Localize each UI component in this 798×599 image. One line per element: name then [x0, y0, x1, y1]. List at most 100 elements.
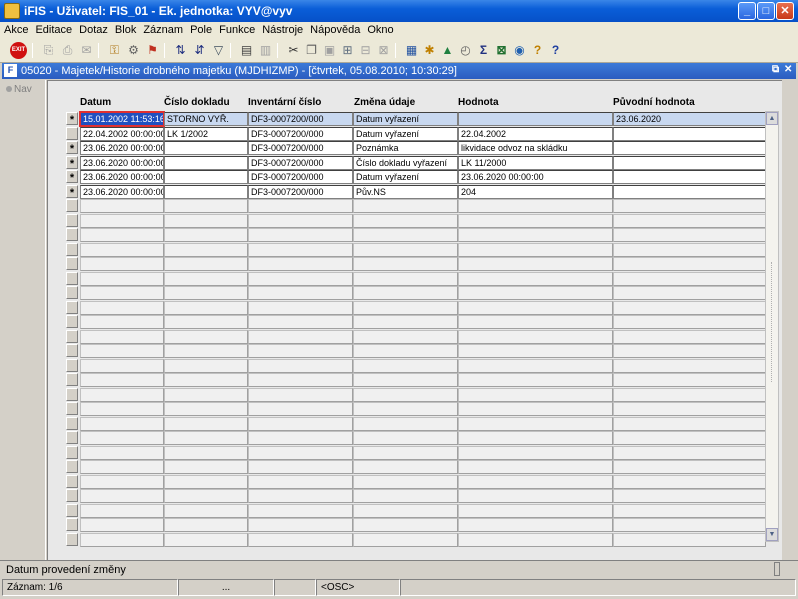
cell-hodnota[interactable] — [458, 344, 613, 358]
menu-dotaz[interactable]: Dotaz — [75, 22, 111, 36]
cell-zmena-udaje[interactable] — [353, 330, 458, 344]
cell-puvodni-hodnota[interactable] — [613, 156, 766, 170]
cell-zmena-udaje[interactable]: Datum vyřazení — [353, 112, 458, 126]
record-indicator[interactable] — [66, 431, 78, 444]
cell-zmena-udaje[interactable] — [353, 344, 458, 358]
cell-datum[interactable] — [80, 243, 164, 257]
cell-cislo-dokladu[interactable] — [164, 141, 248, 155]
cell-puvodni-hodnota[interactable] — [613, 127, 766, 141]
cell-zmena-udaje[interactable] — [353, 518, 458, 532]
cell-puvodni-hodnota[interactable] — [613, 475, 766, 489]
cell-datum[interactable] — [80, 257, 164, 271]
mail-icon[interactable]: ✉ — [78, 42, 95, 59]
cell-hodnota[interactable] — [458, 330, 613, 344]
cell-zmena-udaje[interactable] — [353, 431, 458, 445]
record-indicator[interactable] — [66, 402, 78, 415]
cell-cislo-dokladu[interactable] — [164, 388, 248, 402]
cell-cislo-dokladu[interactable] — [164, 214, 248, 228]
cell-zmena-udaje[interactable]: Datum vyřazení — [353, 170, 458, 184]
cell-hodnota[interactable] — [458, 489, 613, 503]
record-indicator[interactable] — [66, 315, 78, 328]
cell-inventarni-cislo[interactable] — [248, 344, 353, 358]
cell-hodnota[interactable] — [458, 243, 613, 257]
record-indicator[interactable] — [66, 257, 78, 270]
cell-inventarni-cislo[interactable] — [248, 257, 353, 271]
record-indicator[interactable] — [66, 272, 78, 285]
cell-puvodni-hodnota[interactable] — [613, 214, 766, 228]
cell-cislo-dokladu[interactable] — [164, 228, 248, 242]
cell-hodnota[interactable] — [458, 460, 613, 474]
excel-icon[interactable]: ⊠ — [493, 42, 510, 59]
cell-zmena-udaje[interactable] — [353, 402, 458, 416]
cell-datum[interactable] — [80, 214, 164, 228]
cell-hodnota[interactable]: 204 — [458, 185, 613, 199]
cell-puvodni-hodnota[interactable] — [613, 330, 766, 344]
cell-puvodni-hodnota[interactable] — [613, 446, 766, 460]
cell-zmena-udaje[interactable]: Poznámka — [353, 141, 458, 155]
query-enter-icon[interactable]: ⚿ — [106, 42, 123, 59]
restore-form-icon[interactable]: ⧉ — [772, 64, 779, 75]
cell-cislo-dokladu[interactable] — [164, 185, 248, 199]
cell-cislo-dokladu[interactable] — [164, 156, 248, 170]
record-indicator[interactable] — [66, 373, 78, 386]
cell-cislo-dokladu[interactable] — [164, 286, 248, 300]
cell-datum[interactable]: 15.01.2002 11:53:16 — [79, 111, 165, 127]
cell-inventarni-cislo[interactable]: DF3-0007200/000 — [248, 127, 353, 141]
cell-cislo-dokladu[interactable] — [164, 170, 248, 184]
cell-inventarni-cislo[interactable] — [248, 272, 353, 286]
cell-hodnota[interactable] — [458, 112, 613, 126]
cell-hodnota[interactable] — [458, 257, 613, 271]
cell-cislo-dokladu[interactable] — [164, 475, 248, 489]
cell-cislo-dokladu[interactable] — [164, 431, 248, 445]
cell-datum[interactable]: 23.06.2020 00:00:00 — [80, 156, 164, 170]
cell-datum[interactable] — [80, 431, 164, 445]
cell-cislo-dokladu[interactable] — [164, 301, 248, 315]
cell-cislo-dokladu[interactable] — [164, 272, 248, 286]
globe-icon[interactable]: ◉ — [511, 42, 528, 59]
cell-inventarni-cislo[interactable]: DF3-0007200/000 — [248, 185, 353, 199]
cell-puvodni-hodnota[interactable] — [613, 518, 766, 532]
cut-icon[interactable]: ✂ — [285, 42, 302, 59]
cell-datum[interactable] — [80, 475, 164, 489]
menu-blok[interactable]: Blok — [111, 22, 139, 36]
cell-puvodni-hodnota[interactable] — [613, 185, 766, 199]
cell-puvodni-hodnota[interactable] — [613, 141, 766, 155]
cell-datum[interactable] — [80, 402, 164, 416]
cell-puvodni-hodnota[interactable] — [613, 228, 766, 242]
cell-inventarni-cislo[interactable] — [248, 301, 353, 315]
cell-cislo-dokladu[interactable] — [164, 199, 248, 213]
cell-hodnota[interactable] — [458, 286, 613, 300]
cell-zmena-udaje[interactable]: Číslo dokladu vyřazení — [353, 156, 458, 170]
vertical-scrollbar[interactable]: ▲ ▼ — [765, 111, 779, 542]
chart-icon[interactable]: ▦ — [403, 42, 420, 59]
cell-hodnota[interactable] — [458, 359, 613, 373]
cell-hodnota[interactable] — [458, 417, 613, 431]
cell-zmena-udaje[interactable] — [353, 533, 458, 547]
cell-hodnota[interactable]: 22.04.2002 — [458, 127, 613, 141]
record-indicator[interactable] — [66, 446, 78, 459]
record-indicator[interactable]: * — [66, 156, 78, 170]
cell-puvodni-hodnota[interactable] — [613, 301, 766, 315]
cell-cislo-dokladu[interactable] — [164, 330, 248, 344]
print-icon[interactable]: ⎙ — [59, 42, 76, 59]
cell-inventarni-cislo[interactable] — [248, 489, 353, 503]
cell-hodnota[interactable] — [458, 228, 613, 242]
cell-puvodni-hodnota[interactable] — [613, 402, 766, 416]
cell-puvodni-hodnota[interactable] — [613, 286, 766, 300]
cell-cislo-dokladu[interactable]: STORNO VYŘ. — [164, 112, 248, 126]
cell-puvodni-hodnota[interactable] — [613, 199, 766, 213]
cell-datum[interactable] — [80, 533, 164, 547]
duplicate-record-icon[interactable]: ⊠ — [375, 42, 392, 59]
sort-descending-icon[interactable]: ⇵ — [191, 42, 208, 59]
delete-record-icon[interactable]: ⊟ — [357, 42, 374, 59]
cell-datum[interactable] — [80, 286, 164, 300]
cell-hodnota[interactable] — [458, 315, 613, 329]
cell-puvodni-hodnota[interactable] — [613, 170, 766, 184]
cell-puvodni-hodnota[interactable] — [613, 431, 766, 445]
cell-puvodni-hodnota[interactable] — [613, 315, 766, 329]
query-cancel-icon[interactable]: ⚑ — [144, 42, 161, 59]
cell-puvodni-hodnota[interactable] — [613, 373, 766, 387]
record-indicator[interactable] — [66, 330, 78, 343]
cell-zmena-udaje[interactable] — [353, 214, 458, 228]
close-form-icon[interactable]: ✕ — [784, 64, 792, 75]
